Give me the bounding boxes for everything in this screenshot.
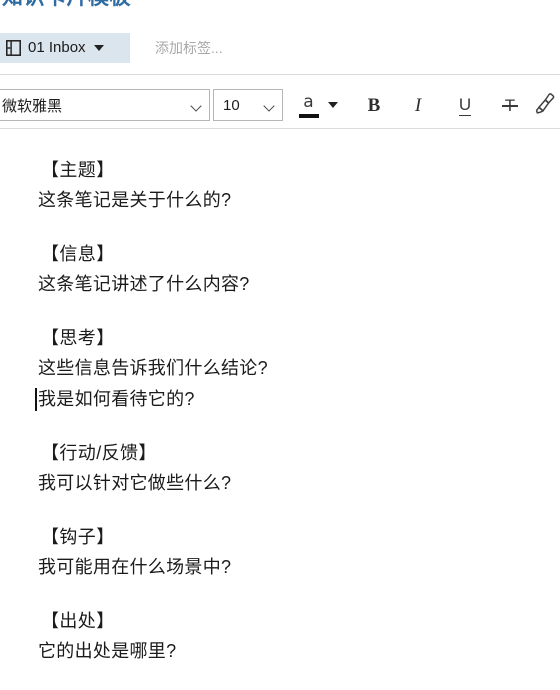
notebook-selector[interactable]: 01 Inbox: [0, 33, 130, 63]
text-color-swatch: [298, 114, 319, 118]
note-line: 我可以针对它做些什么?: [38, 473, 232, 493]
note-block: 【出处】 它的出处是哪里?: [38, 606, 560, 667]
note-block: 【主题】 这条笔记是关于什么的?: [38, 155, 560, 216]
chevron-down-icon: [191, 102, 202, 109]
note-line-with-caret: 我是如何看待它的?: [35, 384, 560, 415]
toolbar-divider: [0, 128, 560, 129]
strikethrough-label: T: [501, 96, 519, 115]
chevron-down-icon: [264, 102, 275, 109]
note-heading: 【钩子】: [41, 527, 115, 547]
note-content-area[interactable]: 【主题】 这条笔记是关于什么的? 【信息】 这条笔记讲述了什么内容? 【思考】 …: [0, 136, 560, 690]
note-heading: 【主题】: [41, 160, 115, 180]
strikethrough-button[interactable]: T: [492, 86, 528, 126]
note-line: 我可能用在什么场景中?: [38, 557, 232, 577]
note-meta-row: 01 Inbox 添加标签...: [0, 28, 560, 68]
font-family-value: 微软雅黑: [2, 97, 63, 115]
highlighter-button[interactable]: [528, 86, 560, 126]
text-color-letter: a: [303, 92, 314, 112]
underline-button[interactable]: U: [447, 86, 483, 126]
notebook-label: 01 Inbox: [28, 39, 86, 56]
bold-button[interactable]: B: [356, 86, 392, 126]
note-block: 【思考】 这些信息告诉我们什么结论? 我是如何看待它的?: [35, 323, 560, 415]
notebook-icon: [6, 40, 21, 56]
add-tag-input[interactable]: 添加标签...: [155, 38, 223, 58]
note-block: 【钩子】 我可能用在什么场景中?: [38, 522, 560, 583]
note-heading: 【思考】: [41, 328, 115, 348]
note-editor-window: 知识卡片模板 01 Inbox 添加标签... 微软雅黑 10: [0, 0, 560, 690]
note-block: 【信息】 这条笔记讲述了什么内容?: [38, 239, 560, 300]
note-heading: 【信息】: [41, 244, 115, 264]
note-line: 这条笔记是关于什么的?: [38, 190, 232, 210]
meta-divider: [0, 74, 560, 75]
note-title[interactable]: 知识卡片模板: [0, 0, 560, 12]
note-heading: 【行动/反馈】: [41, 443, 157, 463]
highlighter-pen-icon: [534, 92, 556, 120]
text-color-button[interactable]: a: [290, 86, 346, 126]
note-line: 这些信息告诉我们什么结论?: [38, 358, 268, 378]
underline-label: U: [458, 95, 472, 116]
formatting-toolbar: 微软雅黑 10 a B I U T: [0, 86, 560, 126]
bold-label: B: [367, 95, 381, 116]
italic-label: I: [414, 95, 422, 116]
italic-button[interactable]: I: [400, 86, 436, 126]
font-size-select[interactable]: 10: [213, 89, 283, 121]
note-block: 【行动/反馈】 我可以针对它做些什么?: [38, 438, 560, 499]
note-line: 这条笔记讲述了什么内容?: [38, 274, 250, 294]
note-title-row: 知识卡片模板: [0, 0, 560, 14]
font-family-select[interactable]: 微软雅黑: [0, 89, 210, 121]
caret-down-icon: [327, 102, 338, 108]
note-line: 它的出处是哪里?: [38, 641, 177, 661]
font-size-value: 10: [223, 96, 240, 114]
text-color-icon: a: [298, 92, 319, 118]
note-heading: 【出处】: [41, 611, 115, 631]
caret-down-icon: [93, 45, 104, 51]
